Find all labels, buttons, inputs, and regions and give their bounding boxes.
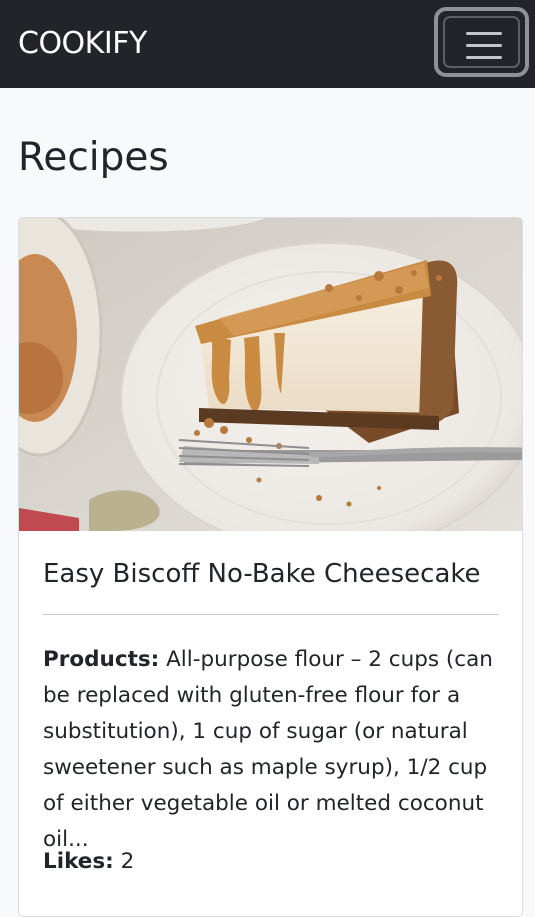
likes-label: Likes:	[43, 849, 114, 874]
brand-logo-link[interactable]: COOKIFY	[18, 24, 147, 64]
hamburger-menu-icon	[466, 32, 502, 60]
cheesecake-photo	[19, 218, 522, 531]
navbar-toggler-button[interactable]	[434, 7, 529, 77]
recipe-products: Products: All-purpose flour – 2 cups (ca…	[43, 642, 505, 858]
products-text: All-purpose flour – 2 cups (can be repla…	[43, 647, 493, 852]
page-title: Recipes	[18, 135, 169, 180]
top-navbar: COOKIFY	[0, 0, 535, 88]
recipe-title[interactable]: Easy Biscoff No-Bake Cheesecake	[43, 556, 513, 592]
recipe-likes: Likes: 2	[43, 844, 134, 880]
products-label: Products:	[43, 647, 160, 672]
likes-count: 2	[120, 849, 135, 874]
recipe-image[interactable]	[19, 218, 522, 531]
recipe-card[interactable]: Easy Biscoff No-Bake Cheesecake Products…	[18, 217, 523, 917]
card-divider	[43, 614, 499, 615]
